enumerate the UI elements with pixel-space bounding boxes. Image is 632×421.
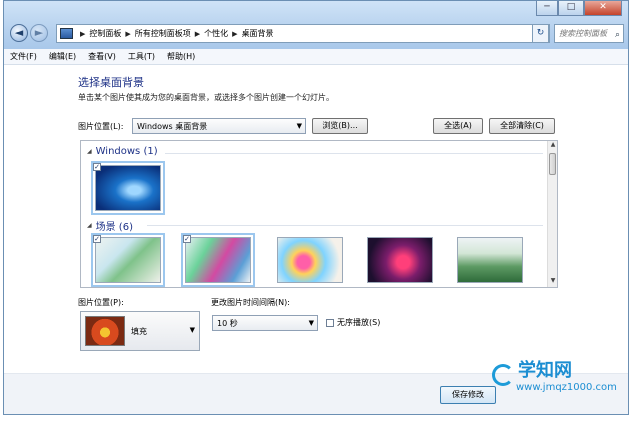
select-all-button[interactable]: 全选(A) [433,118,483,134]
menu-help[interactable]: 帮助(H) [167,51,195,62]
chevron-down-icon: ▼ [189,326,195,334]
picture-location-value: Windows 桌面背景 [137,121,208,131]
minimize-button[interactable]: ─ [536,1,558,16]
shuffle-label: 无序播放(S) [337,318,381,327]
wallpaper-thumbnail[interactable] [457,237,523,283]
menu-tools[interactable]: 工具(T) [128,51,155,62]
page-subtitle: 单击某个图片使其成为您的桌面背景，或选择多个图片创建一个幻灯片。 [78,93,334,102]
watermark-logo-icon [492,364,514,386]
menu-bar: 文件(F) 编辑(E) 查看(V) 工具(T) 帮助(H) [4,49,628,65]
wallpaper-thumbnail[interactable] [367,237,433,283]
collapse-triangle-icon: ◢ [87,148,92,155]
refresh-icon[interactable]: ↻ [532,24,549,43]
watermark-brand: 学知网 [518,360,572,381]
breadcrumb-separator-icon: ▶ [80,29,86,38]
wallpaper-thumbnail[interactable] [91,161,165,215]
menu-view[interactable]: 查看(V) [88,51,116,62]
change-interval-value: 10 秒 [217,318,238,328]
forward-arrow-icon[interactable]: ► [30,24,48,42]
search-placeholder: 搜索控制面板 [559,29,607,38]
watermark: 学知网 www.jmqz1000.com [492,350,626,412]
group-header-scenes[interactable]: ◢ 场景 (6) [87,218,133,233]
menu-edit[interactable]: 编辑(E) [49,51,76,62]
close-button[interactable]: ✕ [584,1,622,16]
chevron-down-icon: ▼ [308,319,314,327]
fill-preview-image [85,316,125,346]
group-header-windows[interactable]: ◢ Windows (1) [87,146,158,157]
window-controls: ─ □ ✕ [536,1,622,16]
breadcrumb-item-personalization[interactable]: 个性化 [204,28,228,39]
picture-position-dropdown[interactable]: 填充 ▼ [80,311,200,351]
maximize-button[interactable]: □ [558,1,584,16]
scrollbar-thumb[interactable] [549,153,556,175]
watermark-url: www.jmqz1000.com [516,382,617,393]
wallpaper-gallery: ◢ Windows (1) ✓ ◢ 场景 (6) ✓ ✓ ▲ ▼ [80,140,558,288]
search-input[interactable]: 搜索控制面板 ⌕ [554,24,624,43]
breadcrumb-separator-icon: ▶ [194,29,201,38]
back-arrow-icon[interactable]: ◄ [10,24,28,42]
page-title: 选择桌面背景 [78,76,144,89]
wallpaper-checkbox[interactable]: ✓ [93,163,101,171]
breadcrumb-item-all-items[interactable]: 所有控制面板项 [135,28,191,39]
scroll-down-icon[interactable]: ▼ [548,277,557,287]
title-bar: ─ □ ✕ ◄ ► ▶ 控制面板 ▶ 所有控制面板项 ▶ 个性化 ▶ 桌面背景 … [4,1,628,49]
wallpaper-thumbnail[interactable] [91,233,165,287]
navigation-bar: ◄ ► ▶ 控制面板 ▶ 所有控制面板项 ▶ 个性化 ▶ 桌面背景 ▼ ↻ 搜索… [8,23,624,45]
save-changes-button[interactable]: 保存修改 [440,386,496,404]
shuffle-option[interactable]: 无序播放(S) [326,317,380,328]
group-divider [165,153,543,154]
change-interval-label: 更改图片时间间隔(N): [211,298,290,307]
group-divider [147,225,543,226]
picture-location-label: 图片位置(L): [78,122,124,131]
wallpaper-checkbox[interactable]: ✓ [93,235,101,243]
wallpaper-thumbnail[interactable] [181,233,255,287]
menu-file[interactable]: 文件(F) [10,51,37,62]
shuffle-checkbox[interactable] [326,318,334,327]
change-interval-dropdown[interactable]: 10 秒 ▼ [212,315,318,331]
wallpaper-thumbnail[interactable] [277,237,343,283]
picture-position-label: 图片位置(P): [78,298,124,307]
wallpaper-checkbox[interactable]: ✓ [183,235,191,243]
breadcrumb-item-control-panel[interactable]: 控制面板 [89,28,121,39]
gallery-scrollbar[interactable]: ▲ ▼ [547,141,557,287]
picture-position-value: 填充 [131,327,147,336]
chevron-down-icon: ▼ [296,122,302,130]
browse-button[interactable]: 浏览(B)... [312,118,368,134]
picture-location-dropdown[interactable]: Windows 桌面背景 ▼ [132,118,306,134]
clear-all-button[interactable]: 全部清除(C) [489,118,555,134]
group-title: Windows (1) [95,146,158,157]
control-panel-icon [60,28,73,39]
breadcrumb-item-desktop-background[interactable]: 桌面背景 [242,28,274,39]
breadcrumb-separator-icon: ▶ [232,29,238,38]
collapse-triangle-icon: ◢ [87,222,92,229]
breadcrumb-separator-icon: ▶ [125,29,131,38]
search-icon[interactable]: ⌕ [615,27,620,44]
scroll-up-icon[interactable]: ▲ [548,141,557,151]
group-title: 场景 (6) [95,222,133,233]
address-bar[interactable]: ▶ 控制面板 ▶ 所有控制面板项 ▶ 个性化 ▶ 桌面背景 ▼ [56,24,550,43]
